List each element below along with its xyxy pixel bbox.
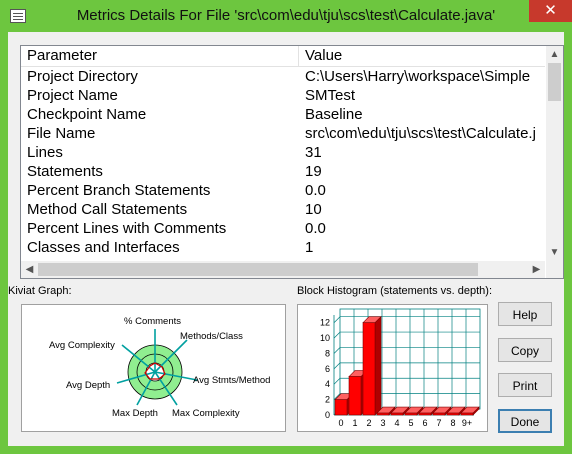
histogram-x-tick: 2	[366, 418, 371, 428]
value-cell: 0.0	[305, 182, 326, 199]
scroll-left-arrow-icon[interactable]: ◀	[21, 261, 38, 278]
metrics-details-window: Metrics Details For File 'src\com\edu\tj…	[0, 0, 572, 454]
kiviat-axis-max-complexity: Max Complexity	[172, 408, 240, 419]
column-header-parameter[interactable]: Parameter	[21, 46, 299, 66]
table-row[interactable]: Percent Branch Statements 0.0	[21, 181, 545, 200]
column-header-value[interactable]: Value	[299, 46, 545, 66]
block-histogram-panel: 0 2 4 6 8 10 12 0 1 2 3 4 5 6 7 8 9+	[297, 304, 488, 432]
parameter-cell: Classes and Interfaces	[27, 239, 180, 256]
table-row[interactable]: File Name src\com\edu\tju\scs\test\Calcul…	[21, 124, 545, 143]
value-cell: SMTest	[305, 87, 356, 104]
parameter-cell: Project Directory	[27, 68, 138, 85]
parameter-cell: File Name	[27, 125, 96, 142]
done-button[interactable]: Done	[498, 409, 552, 433]
block-histogram-chart: 0246810120 1 2 3 4 5 6 7 8 9+	[320, 308, 481, 428]
kiviat-axis-comments: % Comments	[124, 316, 181, 327]
kiviat-axis-avg-stmts-method: Avg Stmts/Method	[193, 375, 270, 386]
histogram-y-tick: 2	[325, 395, 330, 405]
value-cell: C:\Users\Harry\workspace\Simple	[305, 68, 531, 85]
help-button[interactable]: Help	[498, 302, 552, 326]
histogram-gridline	[333, 377, 341, 385]
table-row[interactable]: Statements 19	[21, 162, 545, 181]
histogram-y-tick: 0	[325, 410, 330, 420]
value-cell: Baseline	[305, 106, 363, 123]
scroll-right-arrow-icon[interactable]: ▶	[528, 261, 545, 278]
kiviat-graph-panel: % Comments Methods/Class Avg Stmts/Metho…	[21, 304, 286, 432]
histogram-gridline	[333, 316, 341, 323]
kiviat-axis-avg-complexity: Avg Complexity	[49, 340, 115, 351]
list-body: Project Directory C:\Users\Harry\workspac…	[21, 67, 545, 261]
dialog-client-area: Parameter Value Project Directory C:\User…	[8, 32, 564, 446]
histogram-x-tick: 6	[422, 418, 427, 428]
table-row[interactable]: Project Directory C:\Users\Harry\workspac…	[21, 67, 545, 86]
histogram-gridline	[333, 347, 341, 354]
histogram-gridline	[333, 362, 341, 370]
parameter-cell: Percent Branch Statements	[27, 182, 211, 199]
block-histogram-label: Block Histogram (statements vs. depth):	[297, 285, 493, 297]
parameter-cell: Project Name	[27, 87, 118, 104]
metrics-list[interactable]: Parameter Value Project Directory C:\User…	[20, 45, 564, 279]
histogram-x-tick: 0	[338, 418, 343, 428]
print-button[interactable]: Print	[498, 373, 552, 397]
value-cell: src\com\edu\tju\scs\test\Calculate.j	[305, 125, 536, 142]
table-row[interactable]: Method Call Statements 10	[21, 200, 545, 219]
histogram-x-tick: 3	[380, 418, 385, 428]
table-row[interactable]: Lines 31	[21, 143, 545, 162]
table-row[interactable]: Classes and Interfaces 1	[21, 238, 545, 257]
kiviat-graph-label: Kiviat Graph:	[8, 285, 72, 297]
window-title: Metrics Details For File 'src\com\edu\tj…	[76, 7, 496, 24]
copy-button[interactable]: Copy	[498, 338, 552, 362]
value-cell: 0.0	[305, 220, 326, 237]
histogram-x-tick: 1	[352, 418, 357, 428]
vertical-scrollbar[interactable]: ▲ ▼	[546, 46, 563, 261]
histogram-y-tick: 8	[325, 348, 330, 358]
kiviat-graph: % Comments Methods/Class Avg Stmts/Metho…	[49, 316, 270, 419]
value-cell: 10	[305, 201, 322, 218]
parameter-cell: Percent Lines with Comments	[27, 220, 227, 237]
title-bar[interactable]: Metrics Details For File 'src\com\edu\tj…	[0, 0, 572, 32]
kiviat-axis-methods-class: Methods/Class	[180, 331, 243, 342]
value-cell: 1	[305, 239, 314, 256]
histogram-x-tick: 4	[394, 418, 399, 428]
histogram-x-tick: 8	[450, 418, 455, 428]
kiviat-axis-max-depth: Max Depth	[112, 408, 158, 419]
parameter-cell: Lines	[27, 144, 63, 161]
horizontal-scroll-thumb[interactable]	[38, 263, 478, 276]
histogram-y-tick: 4	[325, 379, 330, 389]
horizontal-scrollbar[interactable]: ◀ ▶	[21, 261, 545, 278]
scrollbar-corner	[546, 261, 563, 278]
kiviat-axis-avg-depth: Avg Depth	[66, 380, 110, 391]
value-cell: 19	[305, 163, 322, 180]
histogram-bar	[362, 315, 382, 416]
table-row[interactable]: Project Name SMTest	[21, 86, 545, 105]
scroll-down-arrow-icon[interactable]: ▼	[546, 244, 563, 261]
vertical-scroll-thumb[interactable]	[548, 63, 561, 101]
value-cell: 31	[305, 144, 322, 161]
histogram-x-tick: 5	[408, 418, 413, 428]
close-button[interactable]: ✕	[529, 0, 572, 22]
parameter-cell: Checkpoint Name	[27, 106, 147, 123]
table-row[interactable]: Percent Lines with Comments 0.0	[21, 219, 545, 238]
histogram-y-tick: 6	[325, 364, 330, 374]
histogram-y-tick: 12	[320, 318, 330, 328]
parameter-cell: Statements	[27, 163, 103, 180]
histogram-gridline	[333, 331, 341, 339]
histogram-x-tick: 7	[436, 418, 441, 428]
parameter-cell: Method Call Statements	[27, 201, 188, 218]
table-row[interactable]: Checkpoint Name Baseline	[21, 105, 545, 124]
scroll-up-arrow-icon[interactable]: ▲	[546, 46, 563, 63]
histogram-x-tick: 9+	[462, 418, 472, 428]
list-header: Parameter Value	[21, 46, 545, 67]
histogram-y-tick: 10	[320, 333, 330, 343]
